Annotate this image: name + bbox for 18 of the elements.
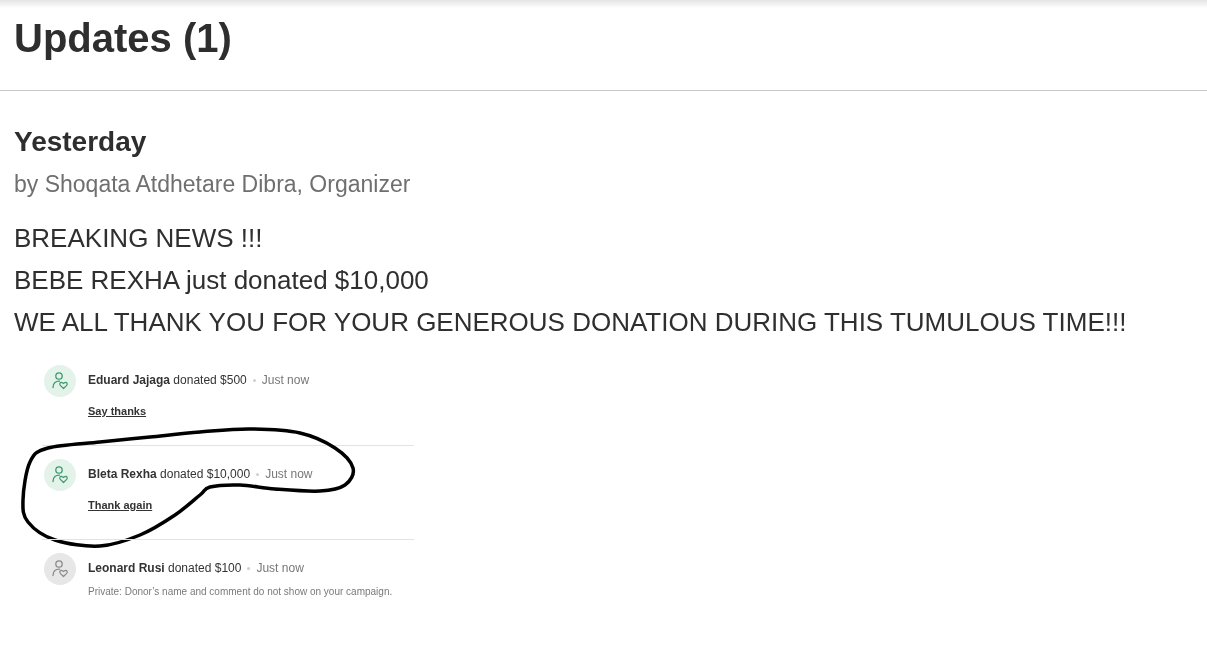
updates-heading: Updates (1) [14,15,233,62]
donation-text: Bleta Rexha donated $10,000 [88,466,251,482]
donation-time: Just now [256,560,304,576]
update-byline: by Shoqata Atdhetare Dibra, Organizer [14,170,411,199]
private-note: Private: Donor’s name and comment do not show on your campaign. [88,585,393,599]
dot-separator-icon [252,378,256,382]
donation-time: Just now [265,466,313,482]
update-text-line: BEBE REXHA just donated $10,000 [14,264,429,297]
donation-text: Eduard Jajaga donated $500 [88,372,247,388]
update-text-line: BREAKING NEWS !!! [14,222,263,255]
dot-separator-icon [247,566,251,570]
donation-time: Just now [261,372,310,388]
update-date: Yesterday [14,125,147,159]
thanks-link[interactable]: Say thanks [88,404,147,418]
donation-text: Leonard Rusi donated $100 [88,560,242,576]
dot-separator-icon [256,472,260,476]
thanks-link[interactable]: Thank again [88,498,153,512]
update-text-line: WE ALL THANK YOU FOR YOUR GENEROUS DONATION DURING THIS TUMULOUS TIME!!! [14,306,1127,339]
